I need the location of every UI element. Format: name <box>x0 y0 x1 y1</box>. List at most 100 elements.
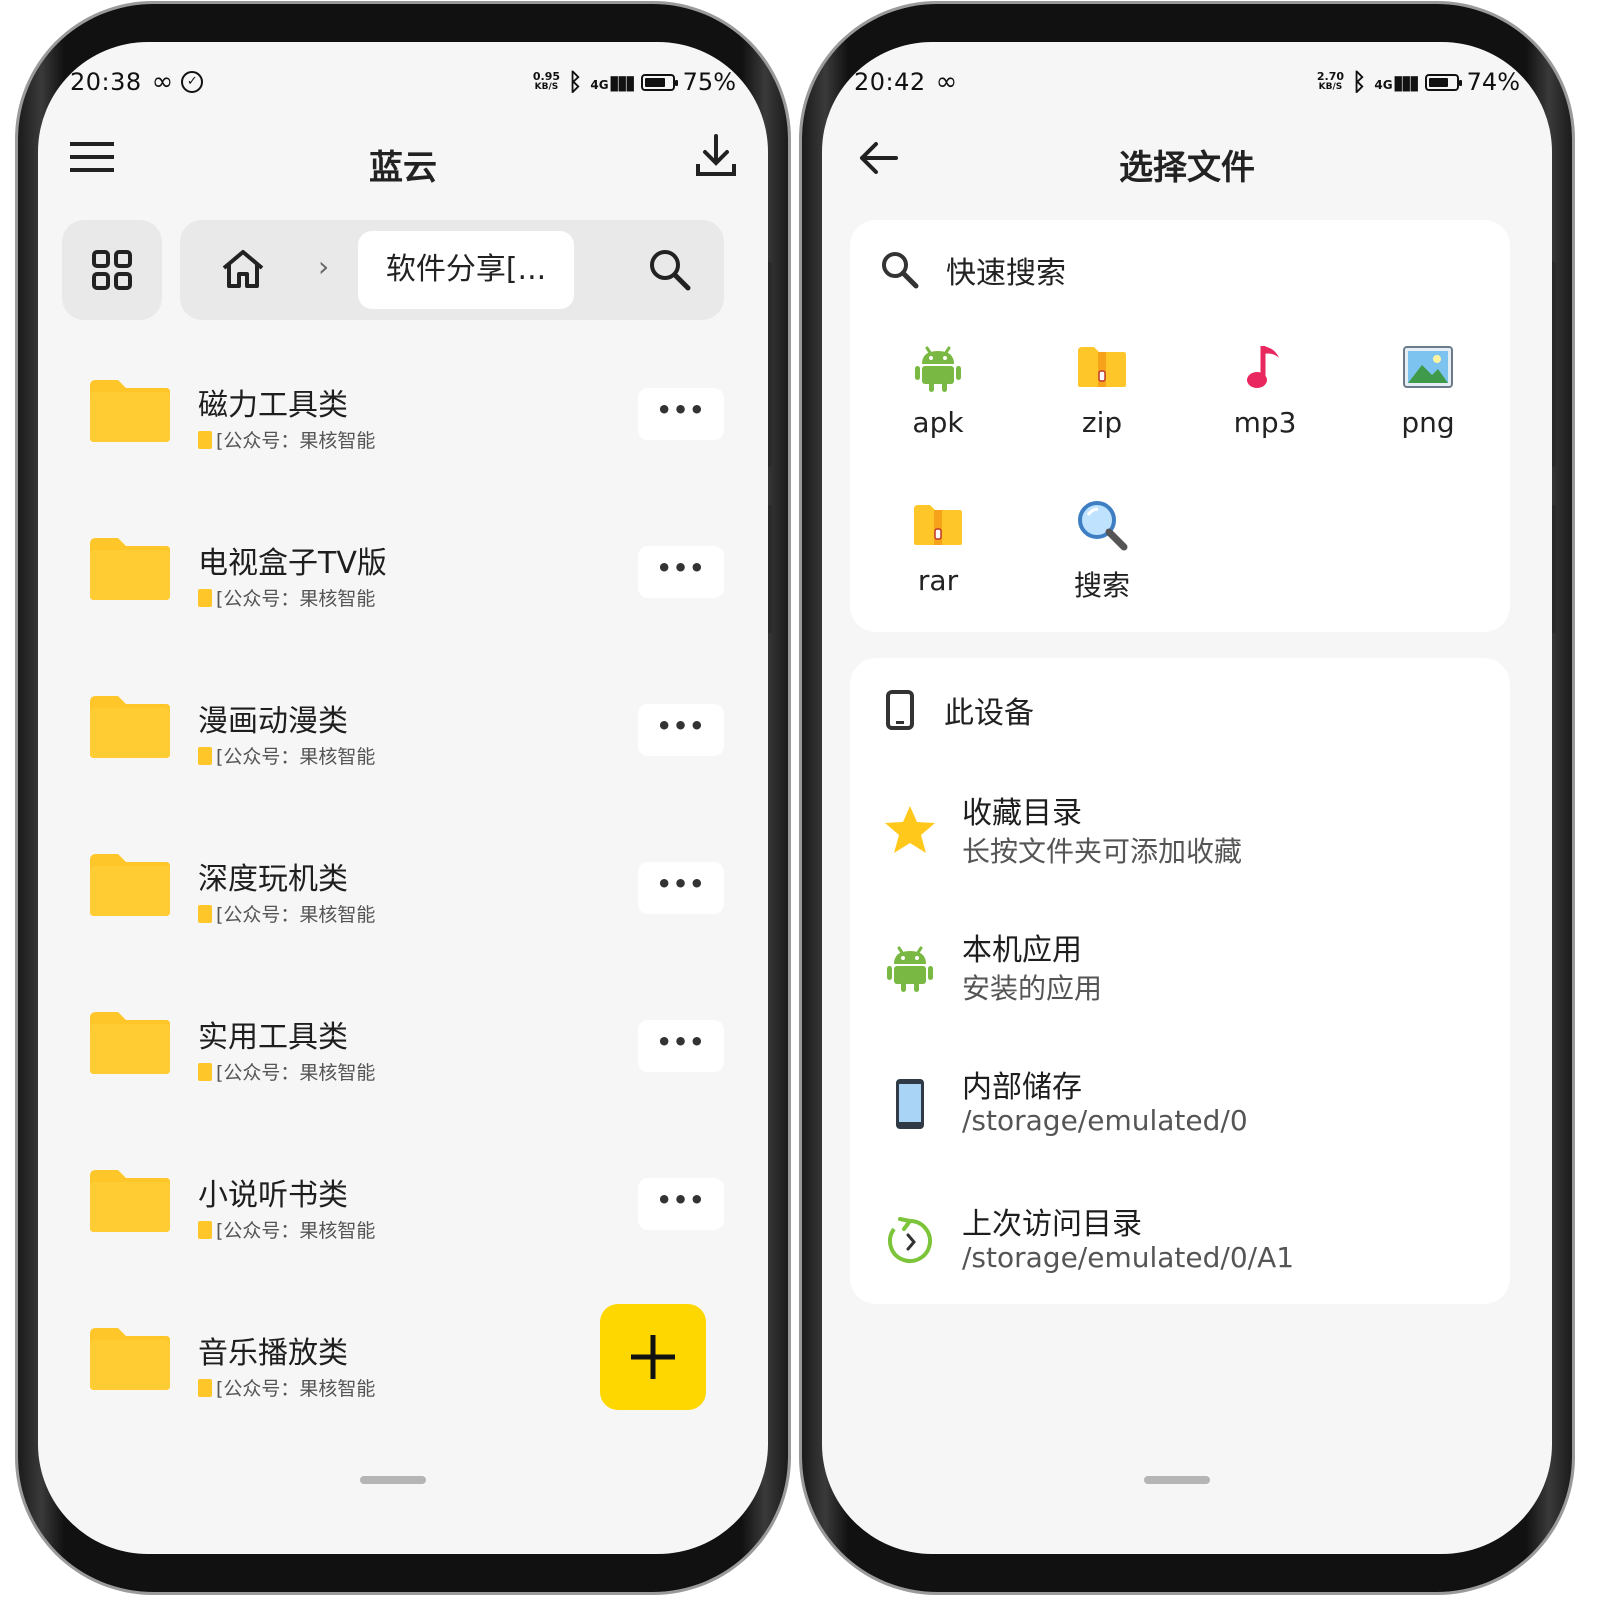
page-title: 选择文件 <box>1119 148 1255 188</box>
entry-subtitle: 长按文件夹可添加收藏 <box>962 835 1243 868</box>
left-phone: 20:38 ∞ ✓ 0.95 KB/S ᛒ 4G▮▮▮ 75% 蓝云 › 软件分… <box>0 0 788 1600</box>
folder-row[interactable]: 深度玩机类 [公众号：果核智能 ••• <box>38 816 768 966</box>
file-type-label: rar <box>917 564 959 597</box>
file-type-apk[interactable]: apk <box>868 338 1008 439</box>
folder-icon <box>90 696 170 758</box>
add-button[interactable] <box>600 1304 706 1410</box>
battery-icon <box>640 73 678 91</box>
entry-subtitle: /storage/emulated/0 <box>962 1104 1248 1137</box>
folder-icon <box>90 538 170 600</box>
file-type-label: apk <box>912 406 964 439</box>
file-type-rar[interactable]: rar <box>868 496 1008 597</box>
download-icon[interactable] <box>694 132 738 180</box>
quick-search[interactable]: 快速搜索 <box>880 248 1066 292</box>
folder-name: 实用工具类 <box>198 1020 348 1055</box>
status-bar: 20:42 ∞ 2.70 KB/S ᛒ 4G▮▮▮ 74% <box>854 62 1520 102</box>
file-type-label: 搜索 <box>1073 569 1130 602</box>
folder-name: 音乐播放类 <box>198 1336 348 1371</box>
android-icon <box>868 338 1008 396</box>
folder-name: 漫画动漫类 <box>198 704 348 739</box>
folder-subtitle: [公众号：果核智能 <box>198 1216 375 1243</box>
more-options-button[interactable]: ••• <box>638 862 724 914</box>
device-entry[interactable]: 收藏目录 长按文件夹可添加收藏 <box>850 778 1510 898</box>
home-indicator[interactable] <box>360 1476 426 1484</box>
document-icon <box>198 1062 212 1081</box>
grid-view-button[interactable] <box>62 220 162 320</box>
signal-icon: 4G▮▮▮ <box>1374 70 1419 94</box>
folder-row[interactable]: 实用工具类 [公众号：果核智能 ••• <box>38 974 768 1124</box>
zip-folder-icon <box>1032 338 1172 396</box>
loop-icon: ∞ <box>151 67 174 97</box>
folder-name: 深度玩机类 <box>198 862 348 897</box>
net-speed: 2.70 KB/S <box>1316 70 1345 92</box>
folder-row[interactable]: 电视盒子TV版 [公众号：果核智能 ••• <box>38 500 768 650</box>
folder-row[interactable]: 小说听书类 [公众号：果核智能 ••• <box>38 1132 768 1282</box>
check-circle-icon: ✓ <box>181 71 204 93</box>
net-speed: 0.95 KB/S <box>532 70 561 92</box>
entry-title: 内部储存 <box>962 1070 1082 1105</box>
right-phone: 20:42 ∞ 2.70 KB/S ᛒ 4G▮▮▮ 74% 选择文件 快速搜索 a… <box>784 0 1572 1600</box>
battery-percent: 75% <box>682 68 736 96</box>
document-icon <box>198 1220 212 1239</box>
android-icon <box>878 935 942 999</box>
folder-name: 磁力工具类 <box>198 388 348 423</box>
folder-icon <box>90 380 170 442</box>
music-note-icon <box>1195 338 1335 396</box>
battery-percent: 74% <box>1466 68 1520 96</box>
search-icon[interactable] <box>648 248 692 292</box>
device-header-label: 此设备 <box>944 696 1034 731</box>
rar-folder-icon <box>868 496 1008 554</box>
breadcrumb-current[interactable]: 软件分享[... <box>358 231 574 309</box>
folder-subtitle: [公众号：果核智能 <box>198 1374 375 1401</box>
file-type-zip[interactable]: zip <box>1032 338 1172 439</box>
file-type-搜索[interactable]: 搜索 <box>1032 496 1172 604</box>
document-icon <box>198 746 212 765</box>
more-options-button[interactable]: ••• <box>638 1178 724 1230</box>
chevron-right-icon: › <box>318 250 330 283</box>
file-type-png[interactable]: png <box>1358 338 1498 439</box>
document-icon <box>198 588 212 607</box>
status-time: 20:38 <box>70 68 142 96</box>
file-type-mp3[interactable]: mp3 <box>1195 338 1335 439</box>
status-bar: 20:38 ∞ ✓ 0.95 KB/S ᛒ 4G▮▮▮ 75% <box>70 62 736 102</box>
battery-icon <box>1424 73 1462 91</box>
more-options-button[interactable]: ••• <box>638 704 724 756</box>
image-icon <box>1358 338 1498 396</box>
folder-row[interactable]: 漫画动漫类 [公众号：果核智能 ••• <box>38 658 768 808</box>
entry-subtitle: /storage/emulated/0/A1 <box>962 1241 1295 1274</box>
folder-subtitle: [公众号：果核智能 <box>198 742 375 769</box>
more-options-button[interactable]: ••• <box>638 1020 724 1072</box>
signal-icon: 4G▮▮▮ <box>590 70 635 94</box>
right-screen: 20:42 ∞ 2.70 KB/S ᛒ 4G▮▮▮ 74% 选择文件 快速搜索 a… <box>822 42 1552 1554</box>
more-options-button[interactable]: ••• <box>638 546 724 598</box>
star-icon <box>878 798 942 862</box>
file-type-label: mp3 <box>1233 406 1297 439</box>
file-type-label: png <box>1401 406 1455 439</box>
folder-row[interactable]: 磁力工具类 [公众号：果核智能 ••• <box>38 342 768 492</box>
entry-subtitle: 安装的应用 <box>962 972 1103 1005</box>
more-options-button[interactable]: ••• <box>638 388 724 440</box>
document-icon <box>198 1378 212 1397</box>
folder-subtitle: [公众号：果核智能 <box>198 584 375 611</box>
file-type-label: zip <box>1081 406 1123 439</box>
bluetooth-icon: ᛒ <box>1352 68 1367 96</box>
home-icon[interactable] <box>220 248 266 290</box>
device-entry[interactable]: 本机应用 安装的应用 <box>850 915 1510 1035</box>
grid-icon <box>92 250 132 290</box>
bluetooth-icon: ᛒ <box>568 68 583 96</box>
entry-title: 上次访问目录 <box>962 1207 1142 1242</box>
folder-icon <box>90 1328 170 1390</box>
entry-title: 本机应用 <box>962 933 1082 968</box>
folder-subtitle: [公众号：果核智能 <box>198 900 375 927</box>
document-icon <box>198 430 212 449</box>
document-icon <box>198 904 212 923</box>
device-entry[interactable]: 内部储存/storage/emulated/0 <box>850 1052 1510 1172</box>
plus-icon <box>631 1335 675 1379</box>
left-screen: 20:38 ∞ ✓ 0.95 KB/S ᛒ 4G▮▮▮ 75% 蓝云 › 软件分… <box>38 42 768 1554</box>
search-icon <box>882 252 919 289</box>
device-entry[interactable]: 上次访问目录/storage/emulated/0/A1 <box>850 1189 1510 1309</box>
history-icon <box>878 1209 942 1273</box>
home-indicator[interactable] <box>1144 1476 1210 1484</box>
folder-subtitle: [公众号：果核智能 <box>198 1058 375 1085</box>
device-icon <box>886 690 914 730</box>
